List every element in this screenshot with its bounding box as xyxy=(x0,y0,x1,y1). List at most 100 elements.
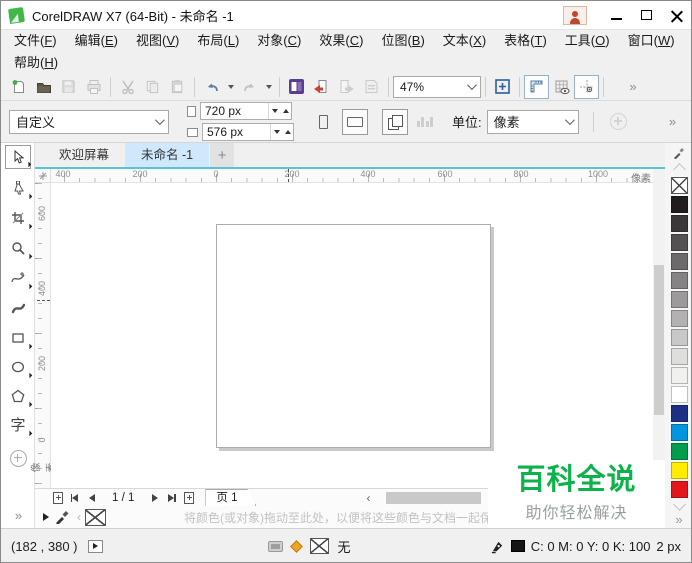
menu-effects[interactable]: 效果(C) xyxy=(310,30,372,52)
tab-welcome-screen[interactable]: 欢迎屏幕 xyxy=(43,143,125,167)
portrait-orientation-button[interactable] xyxy=(310,109,336,135)
open-button[interactable] xyxy=(31,75,56,99)
color-swatch[interactable] xyxy=(670,386,688,403)
menu-layout[interactable]: 布局(L) xyxy=(188,30,248,52)
propbar-overflow-button[interactable]: » xyxy=(659,109,685,135)
first-page-button[interactable] xyxy=(66,490,83,506)
hscroll-left-button[interactable]: ‹ xyxy=(360,491,376,505)
menu-text[interactable]: 文本(X) xyxy=(434,30,495,52)
close-button[interactable] xyxy=(661,2,691,28)
color-swatch[interactable] xyxy=(670,443,688,460)
snap-to-button[interactable] xyxy=(574,74,599,99)
menu-object[interactable]: 对象(C) xyxy=(248,30,310,52)
palette-scroll-down-icon[interactable] xyxy=(672,498,686,511)
tool-polygon[interactable] xyxy=(5,384,33,408)
width-increment-button[interactable] xyxy=(280,103,291,119)
account-sign-in-button[interactable] xyxy=(563,5,587,25)
color-swatch[interactable] xyxy=(670,272,688,289)
color-swatch[interactable] xyxy=(670,424,688,441)
landscape-orientation-button[interactable] xyxy=(342,108,368,135)
menu-file[interactable]: 文件(F) xyxy=(5,30,66,52)
all-pages-button[interactable] xyxy=(382,108,408,135)
add-page-before-button[interactable] xyxy=(49,490,66,506)
color-swatch[interactable] xyxy=(670,253,688,270)
color-swatch[interactable] xyxy=(670,234,688,251)
vertical-scrollbar-thumb[interactable] xyxy=(654,265,664,415)
show-rulers-button[interactable] xyxy=(524,74,549,99)
tool-rectangle[interactable] xyxy=(5,326,33,350)
drawing-canvas[interactable] xyxy=(51,183,653,488)
undo-button[interactable] xyxy=(199,75,224,99)
menu-view[interactable]: 视图(V) xyxy=(127,30,188,52)
document-page[interactable] xyxy=(216,224,491,448)
add-page-after-button[interactable] xyxy=(180,490,197,506)
page-preset-combobox[interactable]: 自定义 xyxy=(9,109,169,134)
horizontal-ruler[interactable]: 400 200 0 200 400 600 800 1000 像素 xyxy=(51,169,653,185)
redo-dropdown[interactable] xyxy=(262,75,275,99)
new-document-button[interactable] xyxy=(6,75,31,99)
color-swatch[interactable] xyxy=(670,348,688,365)
undo-dropdown[interactable] xyxy=(224,75,237,99)
document-color-settings-icon[interactable] xyxy=(267,540,283,552)
no-color-swatch[interactable] xyxy=(670,177,688,194)
palette-scroll-up-icon[interactable] xyxy=(672,163,686,176)
menu-edit[interactable]: 编辑(E) xyxy=(66,30,127,52)
show-grid-button[interactable] xyxy=(549,75,574,99)
import-button[interactable] xyxy=(309,75,334,99)
units-combobox[interactable]: 像素 xyxy=(486,109,579,134)
color-swatch[interactable] xyxy=(670,329,688,346)
color-swatch[interactable] xyxy=(670,196,688,213)
horizontal-scrollbar-thumb[interactable] xyxy=(386,491,482,504)
menu-window[interactable]: 窗口(W) xyxy=(619,30,684,52)
previous-page-button[interactable] xyxy=(83,490,100,506)
tool-text[interactable]: 字 xyxy=(5,413,33,437)
eyedropper-icon[interactable] xyxy=(673,147,685,159)
color-swatch[interactable] xyxy=(670,367,688,384)
vertical-ruler[interactable]: 600 400 200 0 像素 xyxy=(32,183,58,488)
height-decrement-button[interactable] xyxy=(271,124,282,140)
menu-bitmaps[interactable]: 位图(B) xyxy=(372,30,433,52)
width-decrement-button[interactable] xyxy=(269,103,280,119)
toolbar-overflow-button[interactable]: » xyxy=(620,75,645,99)
record-details-button[interactable] xyxy=(87,539,103,553)
search-content-button[interactable] xyxy=(284,75,309,99)
next-page-button[interactable] xyxy=(146,490,163,506)
tool-pick[interactable] xyxy=(5,145,32,169)
tool-artistic-media[interactable] xyxy=(5,296,31,320)
tool-shape[interactable] xyxy=(5,176,33,200)
maximize-button[interactable] xyxy=(631,2,661,28)
last-page-button[interactable] xyxy=(163,490,180,506)
ruler-origin[interactable] xyxy=(35,169,51,183)
menu-table[interactable]: 表格(T) xyxy=(495,30,556,52)
color-swatch[interactable] xyxy=(670,462,688,479)
color-swatch[interactable] xyxy=(670,405,688,422)
fullscreen-preview-button[interactable] xyxy=(490,75,515,99)
fill-none-swatch[interactable] xyxy=(309,538,329,554)
tool-crop[interactable] xyxy=(5,206,33,230)
flyout-right-icon[interactable] xyxy=(43,513,49,521)
page-tab[interactable]: 页 1 xyxy=(205,489,256,506)
docpal-scroll-left[interactable]: ‹ xyxy=(77,510,81,524)
tab-untitled-1[interactable]: 未命名 -1 xyxy=(125,143,210,167)
page-height-field[interactable]: 576 px xyxy=(202,123,294,141)
page-width-field[interactable]: 720 px xyxy=(200,102,292,120)
color-swatch[interactable] xyxy=(670,310,688,327)
zoom-level-combobox[interactable]: 47% xyxy=(393,75,481,98)
color-swatch[interactable] xyxy=(670,215,688,232)
tool-ellipse[interactable] xyxy=(5,355,33,379)
fill-color-icon[interactable] xyxy=(289,539,303,553)
new-tab-button[interactable]: + xyxy=(210,143,235,167)
palette-overflow-button[interactable]: » xyxy=(665,512,691,527)
toolbox-overflow-button[interactable]: » xyxy=(5,503,31,527)
outline-color-swatch[interactable] xyxy=(510,540,525,552)
minimize-button[interactable] xyxy=(601,2,631,28)
color-swatch[interactable] xyxy=(670,481,688,498)
eyedropper-icon[interactable] xyxy=(55,510,69,524)
menu-help[interactable]: 帮助(H) xyxy=(5,52,67,74)
no-color-swatch[interactable] xyxy=(85,508,106,526)
color-swatch[interactable] xyxy=(670,291,688,308)
menu-tools[interactable]: 工具(O) xyxy=(556,30,619,52)
vertical-scrollbar[interactable] xyxy=(653,169,665,488)
outline-pen-icon[interactable] xyxy=(490,539,505,554)
tool-freehand[interactable] xyxy=(5,266,33,290)
